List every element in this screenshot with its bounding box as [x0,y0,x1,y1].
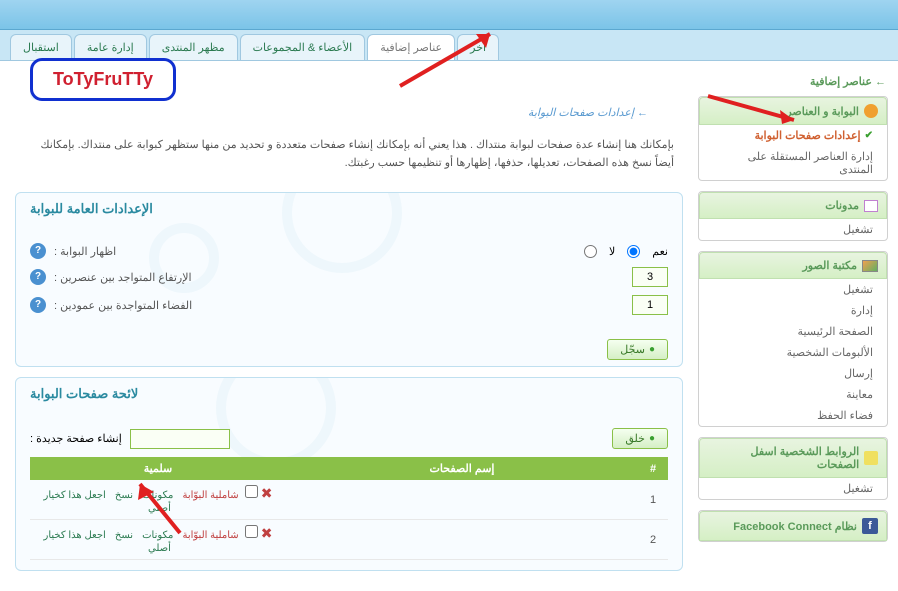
page-description: بإمكانك هنا إنشاء عدة صفحات لبوابة منتدا… [10,127,688,182]
sidebar: ← عناصر إضافية البوابة و العناصر ✔إعدادا… [698,71,888,581]
sidebar-item-g5[interactable]: معاينة [699,384,887,405]
th-num: # [638,457,668,480]
side-group-portal: البوابة و العناصر ✔إعدادات صفحات البوابة… [698,96,888,181]
f2-label: الإرتفاع المتواجد بين عنصرين : [54,271,624,284]
cell-name [286,480,638,520]
sidebar-item-widgets[interactable]: إدارة العناصر المستقلة على المنتدى [699,146,887,180]
picture-icon [862,260,878,272]
save-button[interactable]: ●سجّل [607,339,668,360]
side-group-gallery: مكتبة الصور تشغيل إدارة الصفحة الرئيسية … [698,251,888,427]
top-bar [0,0,898,30]
check-icon: ✔ [865,130,873,141]
height-input[interactable] [632,267,668,287]
sec2-title: لائحة صفحات البوابة [16,378,682,410]
table-row: 1 ✖ شاملية البوّابة مكونات نسخ اجعل هذا … [30,480,668,520]
pages-table: # إسم الصفحات سلمية 1 ✖ شاملية البوّابة … [30,457,668,560]
opt-yes-label: نعم [652,245,668,258]
tab-general[interactable]: إدارة عامة [74,34,147,60]
tab-home[interactable]: استقبال [10,34,72,60]
side-head-fb: fنظام Facebook Connect [699,511,887,541]
side-head-footer: الروابط الشخصية اسفل الصفحات [699,438,887,478]
logo-annotation: ToTyFruTTy [30,58,176,101]
th-name: إسم الصفحات [286,457,638,480]
tab-bar: آخر عناصر إضافية الأعضاء & المجموعات مظه… [0,30,898,61]
act-default[interactable]: شاملية البوّابة [182,490,238,501]
blog-icon [864,200,878,212]
sidebar-item-g3[interactable]: الألبومات الشخصية [699,342,887,363]
th-actions: سلمية [30,457,286,480]
row-checkbox[interactable] [245,525,258,538]
side-group-blogs: مدونات تشغيل [698,191,888,241]
sidebar-title: ← عناصر إضافية [698,71,888,96]
sidebar-item-g0[interactable]: تشغيل [699,279,887,300]
side-group-fb: fنظام Facebook Connect [698,510,888,542]
cell-name [286,520,638,560]
create-button[interactable]: ●خلق [612,428,668,449]
side-head-gallery: مكتبة الصور [699,252,887,279]
sidebar-item-portal-settings[interactable]: ✔إعدادات صفحات البوابة [699,125,887,146]
tab-other[interactable]: آخر [457,34,499,60]
sidebar-item-footer-enable[interactable]: تشغيل [699,478,887,499]
help-icon[interactable]: ? [30,269,46,285]
tab-extras[interactable]: عناصر إضافية [367,34,455,60]
new-page-input[interactable] [130,429,230,449]
row-checkbox[interactable] [245,485,258,498]
side-group-footer-links: الروابط الشخصية اسفل الصفحات تشغيل [698,437,888,500]
section-portal-pages: لائحة صفحات البوابة ●خلق إنشاء صفحة جديد… [15,377,683,571]
act-copy[interactable]: مكونات [142,490,173,501]
act-default[interactable]: شاملية البوّابة [182,530,238,541]
content-area: البوابة و العناصر ← إعدادات صفحات البواب… [10,71,688,581]
sidebar-item-g4[interactable]: إرسال [699,363,887,384]
sidebar-item-blog-enable[interactable]: تشغيل [699,219,887,240]
cell-num: 2 [638,520,668,560]
tab-members[interactable]: الأعضاء & المجموعات [240,34,366,60]
help-icon[interactable]: ? [30,297,46,313]
side-head-blogs: مدونات [699,192,887,219]
space-input[interactable] [632,295,668,315]
side-head-portal: البوابة و العناصر [699,97,887,125]
section-general-settings: الإعدادات العامة للبوابة نعم لا اظهار ال… [15,192,683,367]
sidebar-item-g6[interactable]: فضاء الحفظ [699,405,887,426]
sidebar-item-g1[interactable]: إدارة [699,300,887,321]
f1-label: اظهار البوابة : [54,245,572,258]
delete-icon[interactable]: ✖ [261,485,273,501]
show-portal-no[interactable] [584,245,597,258]
act-copy[interactable]: مكونات [142,530,173,541]
globe-icon [864,104,878,118]
help-icon[interactable]: ? [30,243,46,259]
tab-appearance[interactable]: مظهر المنتدى [149,34,238,60]
show-portal-yes[interactable] [627,245,640,258]
act-components[interactable]: نسخ [115,530,133,541]
table-row: 2 ✖ شاملية البوّابة مكونات نسخ اجعل هذا … [30,520,668,560]
opt-no-label: لا [609,245,615,258]
new-page-label: إنشاء صفحة جديدة : [30,432,122,445]
f3-label: الفضاء المتواجدة بين عمودين : [54,299,624,312]
facebook-icon: f [862,518,878,534]
act-components[interactable]: نسخ [115,490,133,501]
cell-num: 1 [638,480,668,520]
delete-icon[interactable]: ✖ [261,525,273,541]
sec1-title: الإعدادات العامة للبوابة [16,193,682,225]
sidebar-item-g2[interactable]: الصفحة الرئيسية [699,321,887,342]
page-subtitle: ← إعدادات صفحات البوابة [10,100,688,127]
link-icon [864,451,878,465]
